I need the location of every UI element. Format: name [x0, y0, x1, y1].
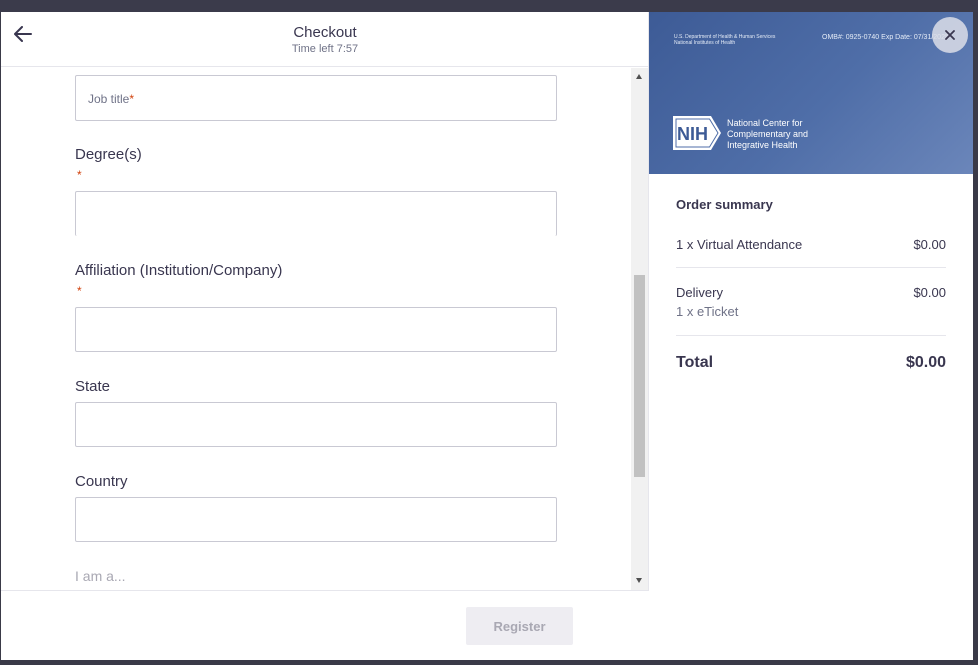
scroll-thumb[interactable]	[634, 275, 645, 477]
delivery-label: Delivery	[676, 285, 723, 300]
affiliation-input[interactable]	[75, 307, 557, 352]
form-scroll-area: Job title* Degree(s) * Affiliation (Inst…	[1, 68, 631, 590]
close-icon	[945, 30, 955, 40]
affiliation-label: Affiliation (Institution/Company)	[75, 262, 283, 279]
country-label: Country	[75, 473, 128, 490]
event-banner: U.S. Department of Health & Human Servic…	[649, 12, 973, 174]
checkout-modal: Checkout Time left 7:57 Job title* Degre…	[1, 12, 973, 660]
summary-line-item: 1 x Virtual Attendance $0.00	[676, 237, 946, 252]
total-label: Total	[676, 354, 714, 371]
order-summary-panel: U.S. Department of Health & Human Servic…	[649, 12, 973, 660]
total-row: Total $0.00	[676, 354, 946, 372]
state-label: State	[75, 378, 111, 395]
form-scrollbar[interactable]	[631, 68, 648, 590]
divider	[676, 335, 946, 336]
delivery-amount: $0.00	[913, 285, 946, 300]
checkout-footer: Register	[1, 590, 649, 660]
item-label: 1 x Virtual Attendance	[676, 237, 803, 252]
degrees-required-mark: *	[77, 168, 82, 182]
state-input[interactable]	[75, 402, 557, 447]
divider	[676, 267, 946, 268]
nih-logo: NIH	[673, 116, 721, 150]
checkout-form-panel: Checkout Time left 7:57 Job title* Degre…	[1, 12, 649, 660]
time-left: Time left 7:57	[291, 43, 359, 55]
scroll-up-icon[interactable]	[636, 74, 642, 79]
svg-text:NIH: NIH	[677, 124, 708, 144]
summary-title: Order summary	[676, 197, 773, 212]
agency-text: U.S. Department of Health & Human Servic…	[674, 34, 776, 46]
affiliation-required-mark: *	[77, 284, 82, 298]
country-input[interactable]	[75, 497, 557, 542]
degrees-input[interactable]	[75, 191, 557, 236]
job-title-placeholder: Job title*	[88, 92, 135, 106]
degrees-label: Degree(s)	[75, 146, 142, 163]
register-button[interactable]: Register	[466, 607, 573, 645]
backdrop	[0, 0, 978, 12]
delivery-row: Delivery $0.00	[676, 285, 946, 300]
job-title-input[interactable]: Job title*	[75, 75, 557, 121]
org-name: National Center for Complementary and In…	[727, 118, 809, 150]
omb-text: OMB#: 0925-0740 Exp Date: 07/31/2025	[822, 34, 949, 41]
close-button[interactable]	[932, 17, 968, 53]
checkout-header: Checkout Time left 7:57	[1, 12, 649, 67]
order-summary: Order summary 1 x Virtual Attendance $0.…	[676, 197, 946, 371]
scroll-down-icon[interactable]	[636, 578, 642, 583]
total-amount: $0.00	[905, 354, 946, 371]
delivery-detail: 1 x eTicket	[676, 304, 739, 319]
item-amount: $0.00	[913, 237, 946, 252]
page-title: Checkout	[293, 24, 357, 41]
iama-label: I am a...	[75, 568, 126, 584]
